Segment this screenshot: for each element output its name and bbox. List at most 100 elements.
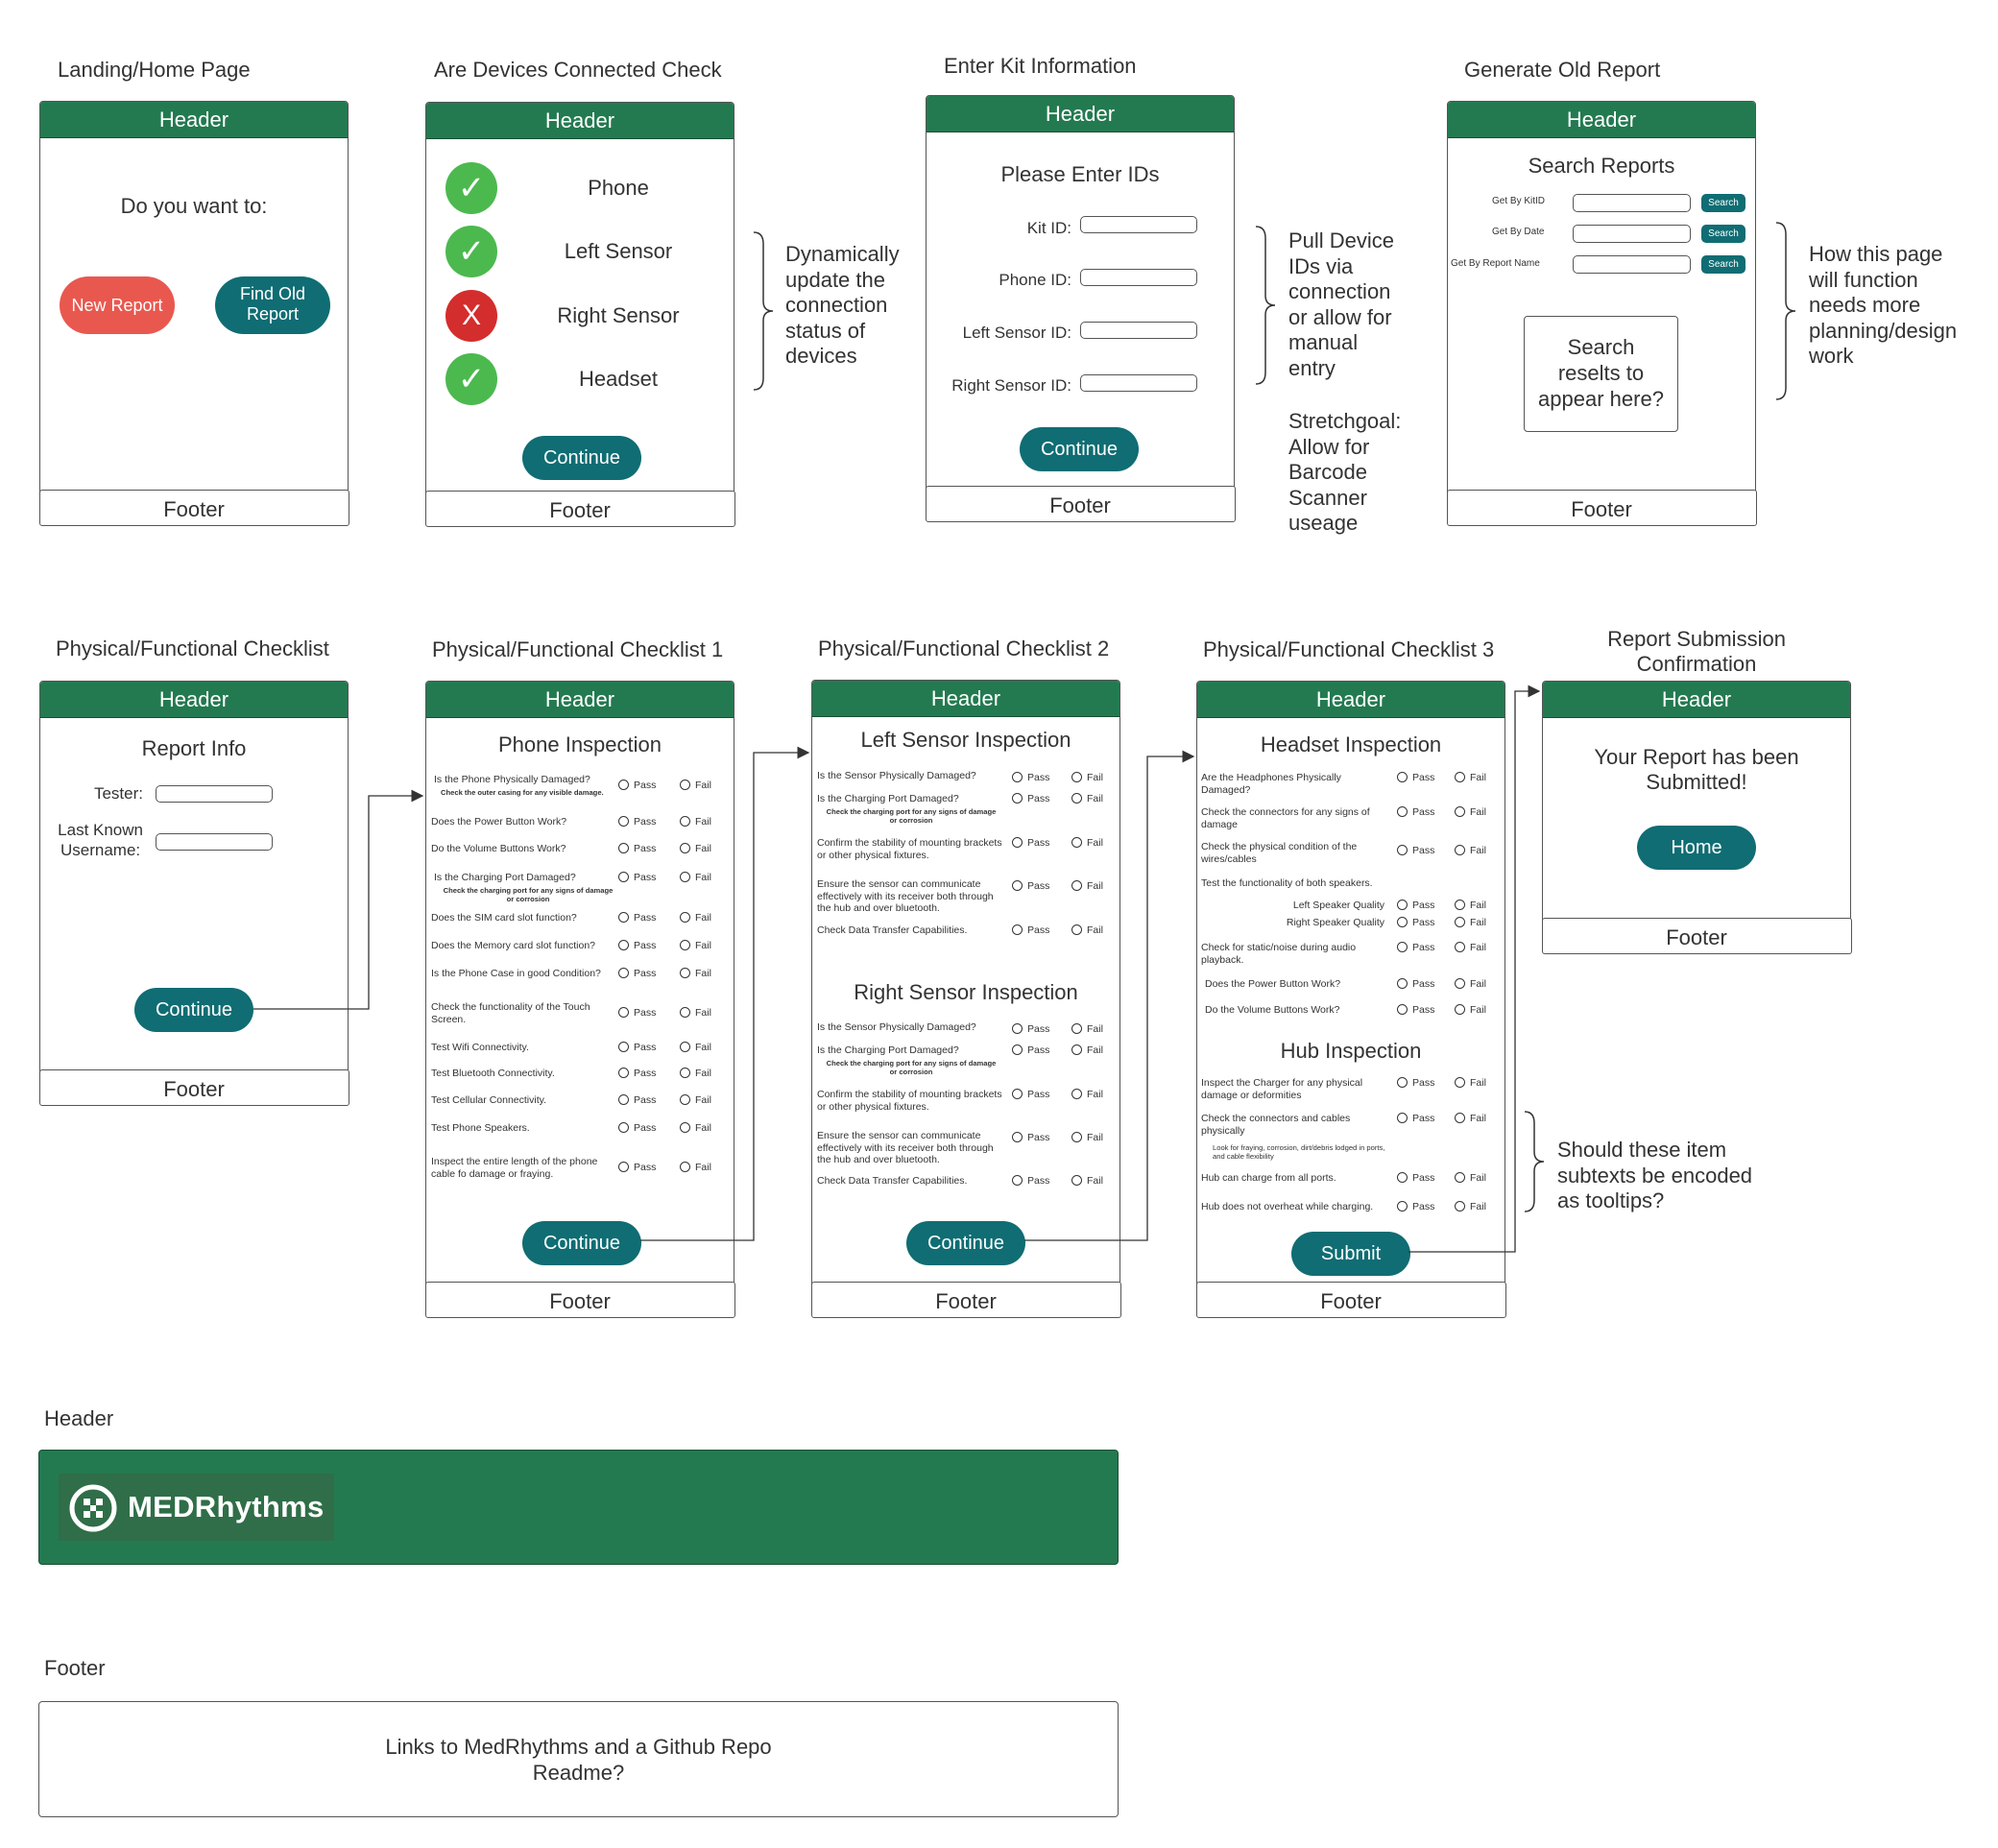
- radio-circle-icon: [1071, 1175, 1082, 1186]
- fail-radio[interactable]: Fail: [680, 1162, 711, 1173]
- pass-radio[interactable]: Pass: [1012, 1044, 1049, 1056]
- fail-radio[interactable]: Fail: [1071, 793, 1103, 804]
- pass-radio[interactable]: Pass: [1012, 1023, 1049, 1035]
- pass-radio[interactable]: Pass: [618, 1007, 656, 1019]
- pass-radio[interactable]: Pass: [1397, 806, 1434, 818]
- get-by-kitid-input[interactable]: [1573, 194, 1691, 212]
- continue-button[interactable]: Continue: [906, 1221, 1025, 1265]
- radio-circle-icon: [618, 940, 629, 950]
- fail-radio[interactable]: Fail: [1455, 900, 1486, 911]
- pass-radio[interactable]: Pass: [1397, 845, 1434, 856]
- fail-radio[interactable]: Fail: [1071, 1089, 1103, 1100]
- fail-radio[interactable]: Fail: [1071, 880, 1103, 892]
- tester-input[interactable]: [156, 785, 273, 803]
- search-kitid-button[interactable]: Search: [1701, 194, 1745, 212]
- radio-circle-icon: [1012, 924, 1023, 935]
- continue-button[interactable]: Continue: [134, 988, 253, 1032]
- fail-radio[interactable]: Fail: [680, 1068, 711, 1079]
- pass-radio[interactable]: Pass: [618, 1042, 656, 1053]
- fail-radio[interactable]: Fail: [1455, 806, 1486, 818]
- pass-radio[interactable]: Pass: [618, 843, 656, 854]
- find-old-report-button[interactable]: Find Old Report: [215, 276, 330, 334]
- pass-radio[interactable]: Pass: [1012, 793, 1049, 804]
- fail-radio[interactable]: Fail: [680, 780, 711, 791]
- fail-label: Fail: [695, 1068, 711, 1079]
- pass-radio[interactable]: Pass: [1012, 772, 1049, 783]
- pass-radio[interactable]: Pass: [1012, 1132, 1049, 1143]
- continue-button[interactable]: Continue: [522, 436, 641, 480]
- fail-radio[interactable]: Fail: [1071, 1044, 1103, 1056]
- pass-radio[interactable]: Pass: [618, 912, 656, 924]
- search-report-name-button[interactable]: Search: [1701, 255, 1745, 274]
- radio-circle-icon: [1455, 1004, 1465, 1015]
- continue-button[interactable]: Continue: [1020, 427, 1139, 471]
- fail-radio[interactable]: Fail: [1455, 1201, 1486, 1212]
- left-sensor-id-input[interactable]: [1080, 322, 1197, 339]
- fail-radio[interactable]: Fail: [1455, 1113, 1486, 1124]
- fail-radio[interactable]: Fail: [1071, 1175, 1103, 1187]
- fail-radio[interactable]: Fail: [1455, 845, 1486, 856]
- search-date-button[interactable]: Search: [1701, 225, 1745, 243]
- checklist-question: Check the connectors for any signs of da…: [1201, 806, 1370, 830]
- pass-radio[interactable]: Pass: [1397, 1172, 1434, 1184]
- username-input[interactable]: [156, 833, 273, 851]
- pass-radio[interactable]: Pass: [1397, 978, 1434, 990]
- pass-radio[interactable]: Pass: [618, 872, 656, 883]
- fail-radio[interactable]: Fail: [680, 1122, 711, 1134]
- pass-radio[interactable]: Pass: [618, 1068, 656, 1079]
- pass-radio[interactable]: Pass: [1397, 772, 1434, 783]
- get-by-report-name-input[interactable]: [1573, 255, 1691, 274]
- fail-radio[interactable]: Fail: [680, 872, 711, 883]
- fail-radio[interactable]: Fail: [680, 1042, 711, 1053]
- new-report-button[interactable]: New Report: [60, 276, 175, 334]
- pass-radio[interactable]: Pass: [1397, 1113, 1434, 1124]
- pass-radio[interactable]: Pass: [1012, 924, 1049, 936]
- pass-radio[interactable]: Pass: [618, 1122, 656, 1134]
- pass-radio[interactable]: Pass: [618, 1162, 656, 1173]
- pass-radio[interactable]: Pass: [1397, 1201, 1434, 1212]
- pass-radio[interactable]: Pass: [1397, 900, 1434, 911]
- fail-radio[interactable]: Fail: [1071, 1023, 1103, 1035]
- fail-radio[interactable]: Fail: [680, 843, 711, 854]
- fail-radio[interactable]: Fail: [1071, 837, 1103, 849]
- pass-radio[interactable]: Pass: [1012, 1089, 1049, 1100]
- fail-radio[interactable]: Fail: [1455, 772, 1486, 783]
- checklist-question: Test Phone Speakers.: [431, 1122, 530, 1134]
- checklist-question: Check for static/noise during audio play…: [1201, 942, 1357, 966]
- fail-radio[interactable]: Fail: [1455, 917, 1486, 928]
- fail-radio[interactable]: Fail: [680, 968, 711, 979]
- fail-radio[interactable]: Fail: [1071, 1132, 1103, 1143]
- fail-radio[interactable]: Fail: [680, 1007, 711, 1019]
- pass-radio[interactable]: Pass: [618, 968, 656, 979]
- get-by-date-input[interactable]: [1573, 225, 1691, 243]
- fail-radio[interactable]: Fail: [680, 912, 711, 924]
- pass-radio[interactable]: Pass: [1012, 837, 1049, 849]
- pass-radio[interactable]: Pass: [1012, 1175, 1049, 1187]
- fail-radio[interactable]: Fail: [1455, 1077, 1486, 1089]
- device-label-right-sensor: Right Sensor: [557, 303, 680, 327]
- right-sensor-id-input[interactable]: [1080, 374, 1197, 392]
- fail-radio[interactable]: Fail: [1071, 924, 1103, 936]
- kit-id-input[interactable]: [1080, 216, 1197, 233]
- fail-radio[interactable]: Fail: [1455, 1004, 1486, 1016]
- fail-radio[interactable]: Fail: [680, 1094, 711, 1106]
- fail-radio[interactable]: Fail: [1455, 978, 1486, 990]
- continue-button[interactable]: Continue: [522, 1221, 641, 1265]
- phone-id-input[interactable]: [1080, 269, 1197, 286]
- fail-radio[interactable]: Fail: [1455, 942, 1486, 953]
- pass-radio[interactable]: Pass: [618, 780, 656, 791]
- fail-radio[interactable]: Fail: [680, 816, 711, 828]
- home-button[interactable]: Home: [1637, 826, 1756, 870]
- fail-radio[interactable]: Fail: [1455, 1172, 1486, 1184]
- pass-radio[interactable]: Pass: [618, 940, 656, 951]
- submit-button[interactable]: Submit: [1291, 1232, 1410, 1276]
- pass-radio[interactable]: Pass: [618, 1094, 656, 1106]
- pass-radio[interactable]: Pass: [618, 816, 656, 828]
- pass-radio[interactable]: Pass: [1397, 942, 1434, 953]
- pass-radio[interactable]: Pass: [1012, 880, 1049, 892]
- pass-radio[interactable]: Pass: [1397, 1077, 1434, 1089]
- pass-radio[interactable]: Pass: [1397, 917, 1434, 928]
- pass-radio[interactable]: Pass: [1397, 1004, 1434, 1016]
- fail-radio[interactable]: Fail: [1071, 772, 1103, 783]
- fail-radio[interactable]: Fail: [680, 940, 711, 951]
